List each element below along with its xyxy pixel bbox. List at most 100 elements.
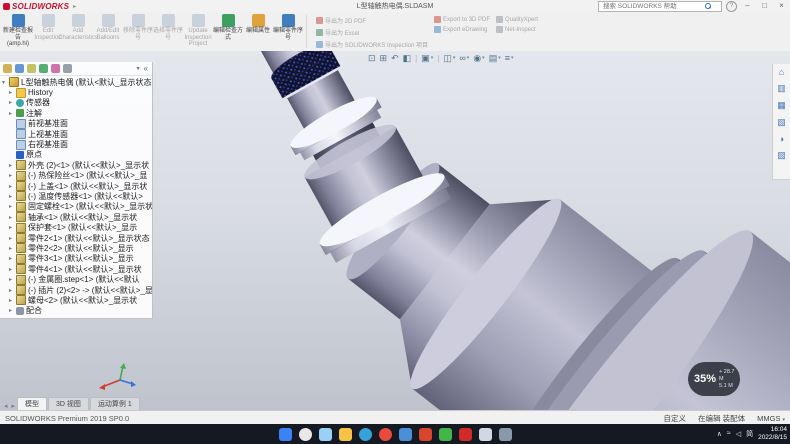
ribbon-export-item[interactable]: Export eDrawing [434,26,490,33]
expand-caret-icon[interactable]: ▸ [9,89,16,96]
tree-item[interactable]: ▾L型轴触热电偶 (默认<默认_显示状态-1>) [0,77,152,87]
tree-item[interactable]: 上视基准面 [0,129,152,139]
view-orientation-icon[interactable]: ▣▾ [421,53,433,64]
tree-item[interactable]: ▸保护套<1> (默认<<默认>_显示 [0,222,152,232]
wechat-icon[interactable] [439,428,452,441]
configurationmanager-tab[interactable] [27,64,36,73]
expand-caret-icon[interactable]: ▸ [9,276,16,283]
help-search-box[interactable] [598,1,722,12]
search-input[interactable] [601,2,705,11]
expand-caret-icon[interactable]: ▸ [9,297,16,304]
expand-caret-icon[interactable]: ▸ [9,224,16,231]
tree-item[interactable]: ▸固定螺栓<1> (默认<<默认>_显示状态 [0,202,152,212]
tab-model[interactable]: 模型 [17,397,47,410]
expand-caret-icon[interactable]: ▸ [9,307,16,314]
apply-scene-icon[interactable]: ▤▾ [489,53,501,64]
expand-caret-icon[interactable]: ▸ [9,162,16,169]
tree-item[interactable]: ▸轴承<1> (默认<<默认>_显示状 [0,212,152,222]
expand-caret-icon[interactable]: ▸ [9,214,16,221]
ribbon-export-item[interactable]: 导出为 Excel [316,28,428,37]
dimxpertmanager-tab[interactable] [39,64,48,73]
tree-item[interactable]: ▸注解 [0,108,152,118]
tree-item[interactable]: ▸(-) 热保险丝<1> (默认<<默认>_显 [0,171,152,181]
tree-item[interactable]: ▸(-) 金属圈.step<1> (默认<<默认 [0,274,152,284]
featuremanager-tree-tab[interactable] [3,64,12,73]
maximize-button[interactable]: □ [758,0,771,12]
browser-icon[interactable] [379,428,392,441]
network-icon[interactable]: ≈ [727,430,731,438]
previous-view-icon[interactable]: ↶ [391,53,399,64]
tab-3d-views[interactable]: 3D 视图 [48,397,89,410]
ribbon-export-item[interactable]: QualityXpert [496,16,538,23]
tab-motion-study[interactable]: 运动算例 1 [90,397,140,410]
expand-caret-icon[interactable]: ▸ [9,266,16,273]
notepad-icon[interactable] [479,428,492,441]
ribbon-button[interactable]: 编辑属性 [243,12,273,51]
menu-expand-icon[interactable]: ▸ [73,3,76,10]
tree-item[interactable]: 原点 [0,150,152,160]
file-explorer-icon[interactable] [339,428,352,441]
tree-item[interactable]: ▸配合 [0,306,152,316]
hide-show-items-icon[interactable]: ∞▾ [459,53,469,64]
expand-caret-icon[interactable]: ▸ [9,287,16,294]
collapse-pane-icon[interactable]: « [144,64,148,73]
store-icon[interactable] [399,428,412,441]
expand-caret-icon[interactable]: ▸ [9,203,16,210]
view-settings-icon[interactable]: ≡▾ [505,53,514,64]
zoom-to-area-icon[interactable]: ⊞ [380,53,388,64]
expand-caret-icon[interactable]: ▸ [9,235,16,242]
status-customize[interactable]: 自定义 [664,413,687,424]
status-unit-system[interactable]: MMGS▾ [757,414,785,423]
settings-icon[interactable] [499,428,512,441]
zoom-fit-icon[interactable]: ⊡ [368,53,376,64]
start-button[interactable] [279,428,292,441]
task-view-icon[interactable] [319,428,332,441]
expand-caret-icon[interactable]: ▸ [9,172,16,179]
tree-item[interactable]: ▸History [0,87,152,97]
ribbon-export-item[interactable]: Net-Inspect [496,26,538,33]
tree-item[interactable]: ▸螺母<2> (默认<<默认>_显示状 [0,295,152,305]
search-icon[interactable] [299,428,312,441]
tree-item[interactable]: ▸外壳 (2)<1> (默认<<默认>_显示状 [0,160,152,170]
tree-item[interactable]: ▸传感器 [0,98,152,108]
displaymanager-tab[interactable] [51,64,60,73]
ribbon-button[interactable]: Add/Edit Balloons [93,12,123,51]
ribbon-button[interactable]: 新建检查报告(amp.hi) [3,12,33,51]
design-library-icon[interactable]: ▥ [777,83,786,94]
tree-item[interactable]: ▸零件3<1> (默认<<默认>_显示 [0,254,152,264]
tree-item[interactable]: ▸零件4<1> (默认<<默认>_显示状 [0,264,152,274]
tree-item[interactable]: ▸(-) 上盖<1> (默认<<默认>_显示状 [0,181,152,191]
propertymanager-tab[interactable] [15,64,24,73]
ribbon-button[interactable]: Update Inspection Project [183,12,213,51]
ribbon-button[interactable]: 选择零件序号 [153,12,183,51]
ribbon-export-item[interactable]: 导出为 SOLIDWORKS Inspection 项目 [316,40,428,49]
solidworks-icon[interactable] [459,428,472,441]
search-icon[interactable] [705,3,711,9]
display-style-icon[interactable]: ◫▾ [443,53,455,64]
minimize-button[interactable]: – [741,0,754,12]
expand-caret-icon[interactable]: ▸ [9,245,16,252]
expand-caret-icon[interactable]: ▸ [9,110,16,117]
ribbon-button[interactable]: 编辑零件序号 [273,12,303,51]
scroll-tabs-right-icon[interactable]: ▸ [10,402,18,410]
view-palette-icon[interactable]: ▧ [777,117,786,128]
appearances-icon[interactable]: ◑ [779,134,784,144]
ribbon-export-item[interactable]: Export to 3D PDF [434,16,490,23]
ribbon-button[interactable]: 移除零件序号 [123,12,153,51]
expand-caret-icon[interactable]: ▸ [9,183,16,190]
inspection-manager-tab[interactable] [63,64,72,73]
edge-icon[interactable] [359,428,372,441]
task-pane-home-icon[interactable]: ⌂ [779,67,784,77]
tree-item[interactable]: ▸零件2<1> (默认<<默认>_显示状态 [0,233,152,243]
tree-item[interactable]: ▸(-) 插片 (2)<2> -> (默认<<默认>_显 [0,285,152,295]
close-button[interactable]: × [775,0,788,12]
edit-appearance-icon[interactable]: ◉▾ [473,53,484,64]
section-view-icon[interactable]: ◧ [403,53,412,64]
taskbar-clock[interactable]: 16:04 2022/8/15 [758,426,787,442]
hidden-icons-icon[interactable]: ∧ [717,430,722,438]
scroll-tabs-left-icon[interactable]: ◂ [2,402,10,410]
volume-icon[interactable]: ◁ [736,430,741,438]
tree-item[interactable]: 前视基准面 [0,119,152,129]
expand-caret-icon[interactable]: ▾ [2,79,9,86]
custom-properties-icon[interactable]: ▨ [777,150,786,161]
